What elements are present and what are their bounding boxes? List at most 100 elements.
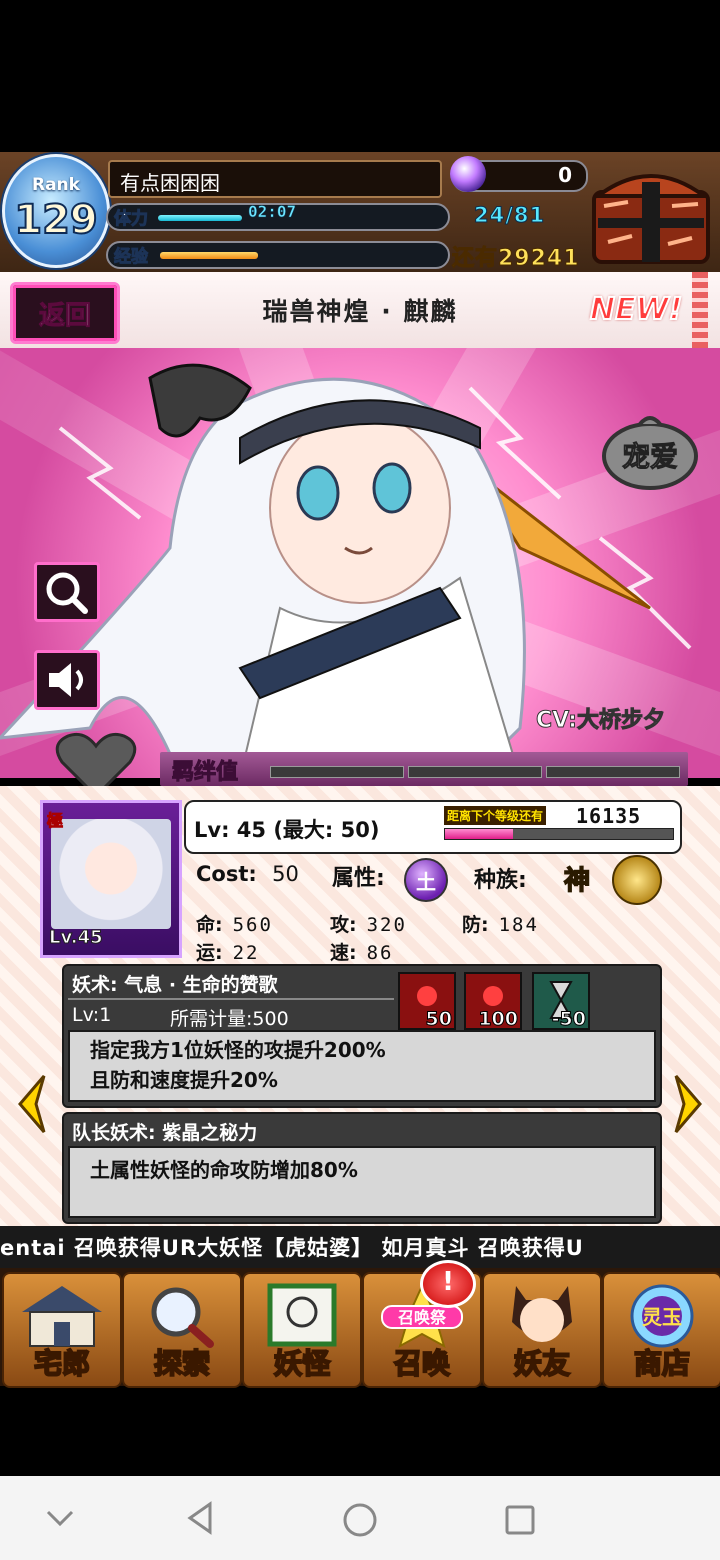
divider bbox=[68, 998, 394, 1000]
zoom-button[interactable] bbox=[34, 562, 100, 622]
alert-mark: ! bbox=[442, 1267, 454, 1297]
spirit-orb-icon bbox=[450, 156, 486, 192]
skill-description-2: 且防和速度提升20% bbox=[90, 1068, 278, 1092]
nav-monsters-label: 妖怪 bbox=[273, 1346, 331, 1381]
next-level-exp: 16135 bbox=[576, 804, 642, 828]
earth-attribute-icon: 土 bbox=[404, 858, 448, 902]
cost-value: 50 bbox=[272, 862, 299, 886]
stat-luck-label: 运: bbox=[196, 942, 223, 964]
stat-luck: 运: 22 bbox=[196, 938, 260, 965]
nav-friends[interactable]: 妖友 bbox=[482, 1272, 602, 1388]
bond-segment bbox=[546, 766, 680, 778]
nav-monsters[interactable]: 妖怪 bbox=[242, 1272, 362, 1388]
treasure-chest-icon[interactable] bbox=[588, 162, 714, 266]
exp-fill bbox=[160, 252, 258, 259]
cost-value: 50 bbox=[425, 1008, 452, 1031]
portrait-image bbox=[51, 819, 171, 929]
level-text: Lv: 45 (最大: 50) bbox=[194, 818, 380, 842]
skill-cost-time: -50 bbox=[532, 972, 590, 1031]
portrait-level: Lv.45 bbox=[49, 927, 104, 949]
cost-row: Cost: 50 bbox=[196, 862, 299, 886]
magnifier-icon bbox=[151, 1287, 214, 1348]
next-level-fill bbox=[445, 829, 513, 839]
rank-label: Rank bbox=[32, 175, 80, 195]
bond-label: 羁绊值 bbox=[171, 760, 239, 786]
stat-spd: 速: 86 bbox=[330, 938, 394, 965]
cost-value: -50 bbox=[551, 1008, 586, 1031]
skill-description-1: 指定我方1位妖怪的攻提升200% bbox=[90, 1038, 386, 1062]
news-ticker: entai 召唤获得UR大妖怪【虎姑婆】 如月真斗 召唤获得U bbox=[0, 1226, 720, 1268]
attribute-label: 属性: bbox=[332, 866, 385, 891]
next-level-bar bbox=[444, 828, 674, 840]
stamina-timer: 02:07 bbox=[248, 202, 297, 222]
voice-button[interactable] bbox=[34, 650, 100, 710]
leader-skill-title: 队长妖术: 紫晶之秘力 bbox=[72, 1122, 258, 1144]
nav-shop[interactable]: 灵玉 商店 bbox=[602, 1272, 720, 1388]
favor-label: 宠爱 bbox=[622, 440, 678, 473]
skill-description-box: 指定我方1位妖怪的攻提升200% 且防和速度提升20% bbox=[68, 1030, 656, 1102]
exp-remaining: 还有29241 bbox=[452, 246, 580, 272]
nav-shop-label: 商店 bbox=[633, 1346, 691, 1381]
speaker-icon bbox=[49, 663, 83, 697]
skill-title: 妖术: 气息 · 生命的赞歌 bbox=[72, 974, 278, 996]
recents-square-icon[interactable] bbox=[504, 1504, 536, 1536]
stamina-count: 24/81 bbox=[473, 203, 546, 228]
favor-button[interactable]: 宠爱 bbox=[600, 410, 700, 490]
friend-icon bbox=[512, 1286, 572, 1342]
stat-luck-value: 22 bbox=[232, 942, 260, 964]
page-title: 瑞兽神煌 · 麒麟 bbox=[262, 297, 458, 326]
shop-orb-icon: 灵玉 bbox=[630, 1284, 694, 1348]
stamina-fill bbox=[158, 215, 242, 221]
stat-def: 防: 184 bbox=[462, 910, 539, 937]
nav-explore[interactable]: 探索 bbox=[122, 1272, 242, 1388]
skill-cost-hp: 50 bbox=[398, 972, 456, 1031]
system-nav-bar bbox=[0, 1476, 720, 1560]
leader-skill-description: 土属性妖怪的命攻防增加80% bbox=[90, 1158, 358, 1182]
stat-def-label: 防: bbox=[462, 914, 489, 936]
stat-spd-value: 86 bbox=[366, 942, 394, 964]
race-emblem-icon bbox=[612, 855, 662, 905]
race-value: 神 bbox=[563, 865, 591, 897]
back-label: 返回 bbox=[38, 301, 91, 332]
orb-counter[interactable]: 0 bbox=[450, 156, 588, 192]
nav-home[interactable]: 宅郎 bbox=[2, 1272, 122, 1388]
rank-value: 129 bbox=[13, 196, 99, 244]
back-triangle-icon[interactable] bbox=[184, 1500, 216, 1536]
spirit-jade-label: 灵玉 bbox=[642, 1305, 682, 1329]
next-level-label: 距离下个等级还有 bbox=[444, 806, 547, 825]
stat-def-value: 184 bbox=[498, 914, 539, 936]
cost-label: Cost: bbox=[196, 862, 257, 886]
player-name-box: 有点困困困 bbox=[108, 160, 442, 198]
monster-portrait[interactable]: 極 Lv.45 bbox=[40, 800, 182, 958]
race-label: 种族: bbox=[474, 868, 527, 893]
nav-friends-label: 妖友 bbox=[513, 1346, 571, 1381]
orb-count: 0 bbox=[558, 163, 572, 187]
nav-home-label: 宅郎 bbox=[33, 1346, 91, 1381]
scroll-icon bbox=[267, 1283, 337, 1347]
alert-badge[interactable]: ! bbox=[420, 1260, 476, 1308]
bond-segment bbox=[270, 766, 404, 778]
house-icon bbox=[22, 1286, 102, 1347]
bond-bar: 羁绊值 bbox=[160, 752, 688, 786]
stat-atk: 攻: 320 bbox=[330, 910, 407, 937]
stamina-label: 体力 bbox=[114, 209, 149, 230]
stat-spd-label: 速: bbox=[330, 942, 357, 964]
leader-skill-description-box: 土属性妖怪的命攻防增加80% bbox=[68, 1146, 656, 1218]
stamina-bar: 体力 02:07 bbox=[106, 202, 450, 231]
next-arrow-button[interactable] bbox=[670, 1072, 706, 1136]
stat-hp-value: 560 bbox=[232, 914, 273, 936]
rank-badge: Rank 129 bbox=[2, 154, 110, 268]
chevron-down-icon[interactable] bbox=[44, 1504, 76, 1532]
new-badge: NEW! bbox=[589, 291, 683, 328]
ticker-text: entai 召唤获得UR大妖怪【虎姑婆】 如月真斗 召唤获得U bbox=[0, 1236, 584, 1260]
prev-arrow-button[interactable] bbox=[14, 1072, 50, 1136]
stat-hp: 命: 560 bbox=[196, 910, 273, 937]
summon-festival-label: 召唤祭 bbox=[398, 1308, 447, 1327]
exp-bar: 经验 bbox=[106, 241, 450, 269]
home-circle-icon[interactable] bbox=[342, 1502, 378, 1538]
stat-atk-value: 320 bbox=[366, 914, 407, 936]
skill-gauge: 所需计量:500 bbox=[170, 1008, 289, 1030]
nav-summon-label: 召唤 bbox=[393, 1346, 451, 1381]
back-button[interactable]: 返回 bbox=[10, 282, 120, 344]
magnifier-icon bbox=[46, 572, 88, 614]
